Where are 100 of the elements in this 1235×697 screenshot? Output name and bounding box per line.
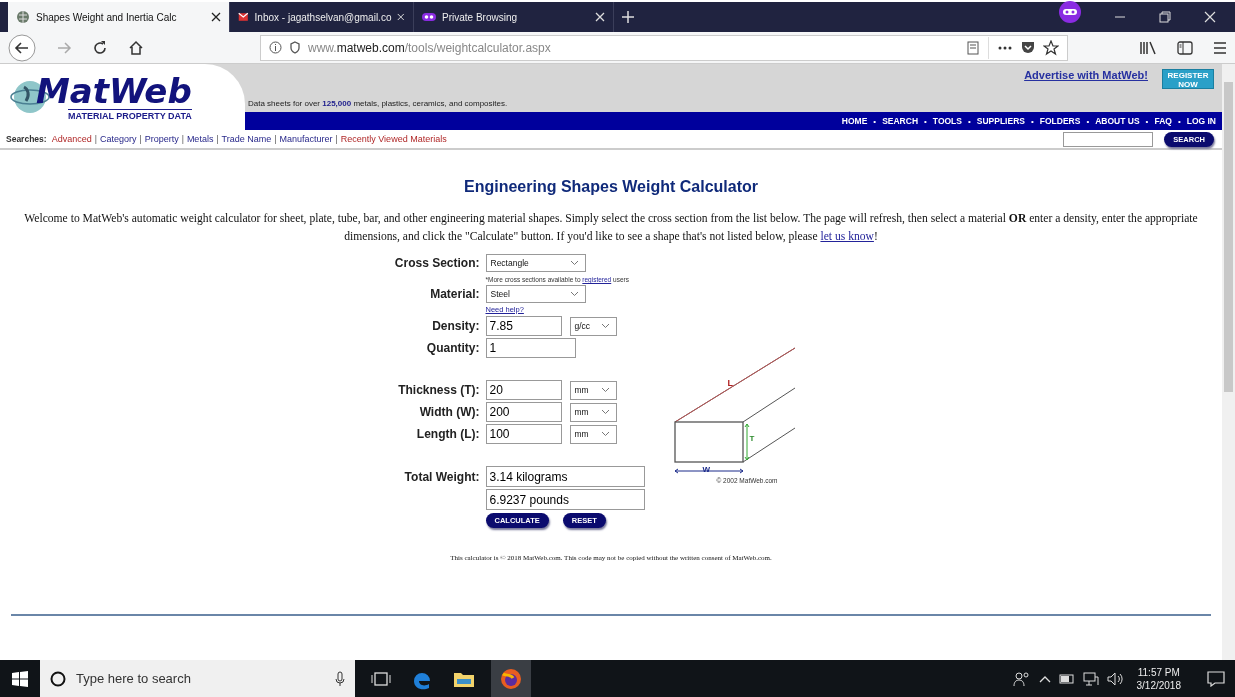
address-bar[interactable]: www.matweb.com/tools/weightcalculator.aspx [260, 34, 1068, 61]
library-icon[interactable] [1139, 40, 1157, 55]
field-label: Width (W): [418, 405, 480, 419]
back-icon[interactable] [8, 33, 36, 62]
chevron-icon [600, 431, 610, 437]
page-title: Engineering Shapes Weight Calculator [464, 178, 758, 196]
chevron-icon [600, 387, 610, 393]
home-icon[interactable] [128, 39, 144, 56]
input-field[interactable]: 100 [485, 424, 562, 444]
field-label: Cross Section: [393, 256, 480, 270]
search-field[interactable] [1063, 131, 1154, 147]
volume-icon[interactable] [1106, 671, 1125, 686]
people-icon[interactable] [1012, 670, 1031, 687]
unit-dropdown[interactable]: g/cc [569, 316, 617, 336]
browser-tab[interactable]: Shapes Weight and Inertia Calc [8, 2, 230, 32]
nav-link[interactable]: FAQ [1154, 116, 1172, 126]
mask-icon [422, 10, 436, 24]
unit-dropdown[interactable]: mm [569, 424, 617, 444]
url-text: www.matweb.com/tools/weightcalculator.aspx [308, 40, 551, 55]
menu-icon[interactable] [1213, 41, 1227, 54]
nav-separator: • [924, 116, 927, 126]
nav-link[interactable]: SUPPLIERS [976, 116, 1025, 126]
field-label: Total Weight: [403, 469, 480, 484]
dropdown[interactable]: Steel [485, 285, 586, 303]
nav-separator: • [873, 116, 877, 126]
search-link[interactable]: Trade Name [221, 134, 272, 144]
star-icon[interactable] [1043, 39, 1059, 56]
logo-wordmark[interactable]: MatWeb [36, 73, 192, 109]
nav-separator: • [1086, 116, 1090, 126]
shield-icon[interactable] [290, 41, 300, 54]
input-field[interactable]: 200 [485, 402, 562, 422]
link-separator: | [335, 134, 338, 144]
nav-link[interactable]: SEARCH [882, 116, 919, 126]
link-separator: | [94, 134, 97, 144]
sidebar-icon[interactable] [1177, 40, 1193, 55]
nav-separator: • [967, 116, 971, 126]
width-label: W [702, 465, 711, 474]
info-icon[interactable] [269, 41, 282, 54]
intro-paragraph: Welcome to MatWeb's automatic weight calculator for sheet, plate, tube, bar, and other engineering material shapes. Simply select the cross section from the list below. The page will refresh, then select a material OR enter a density, enter the appropriate dimensions, and click the "Calculate" button. If you'd like to see a shape that's not listed below, please let us know! [23, 211, 1199, 245]
reload-icon[interactable] [92, 39, 108, 56]
result-field[interactable]: 6.9237 pounds [485, 489, 645, 510]
unit-dropdown[interactable]: mm [569, 380, 617, 400]
contact-link[interactable]: let us know [820, 230, 874, 243]
search-link[interactable]: Metals [186, 134, 214, 144]
nav-separator: • [1145, 116, 1149, 126]
caret-icon[interactable] [1038, 674, 1051, 683]
search-link[interactable]: Manufacturer [279, 134, 333, 144]
search-link[interactable]: Category [99, 134, 137, 144]
input-field[interactable]: 20 [485, 380, 562, 400]
field-label: Material: [429, 287, 480, 301]
microphone-icon[interactable] [335, 670, 345, 687]
thickness-label: T [749, 434, 755, 443]
nav-link[interactable]: HOME [841, 116, 868, 126]
task-view-icon[interactable] [371, 670, 391, 687]
result-field[interactable]: 3.14 kilograms [485, 466, 645, 487]
globe-icon [16, 10, 30, 24]
nav-link[interactable]: FOLDERS [1039, 116, 1081, 126]
tagline: Data sheets for over 125,000 metals, plastics, ceramics, and composites. [248, 99, 508, 108]
logo-subtitle: MATERIAL PROPERTY DATA [68, 109, 192, 121]
firefox-icon[interactable] [500, 667, 522, 690]
nav-link[interactable]: TOOLS [932, 116, 962, 126]
battery-icon[interactable] [1058, 673, 1075, 684]
more-icon[interactable] [997, 44, 1013, 51]
field-label: Thickness (T): [397, 383, 480, 397]
search-placeholder: Type here to search [76, 671, 191, 686]
dropdown[interactable]: Rectangle [485, 254, 586, 272]
close-icon[interactable] [211, 12, 221, 22]
notification-icon[interactable] [1207, 670, 1225, 687]
nav-link[interactable]: LOG IN [1186, 116, 1216, 126]
length-label: L [727, 378, 733, 388]
chevron-icon [600, 323, 610, 329]
chevron-icon [569, 291, 579, 297]
search-link[interactable]: Recently Viewed Materials [340, 134, 447, 144]
pocket-icon[interactable] [1021, 41, 1035, 54]
link-separator: | [274, 134, 277, 144]
unit-dropdown[interactable]: mm [569, 402, 617, 422]
input-field[interactable]: 1 [485, 338, 576, 358]
network-icon[interactable] [1082, 670, 1099, 687]
chevron-icon [600, 409, 610, 415]
nav-link[interactable]: ABOUT US [1095, 116, 1140, 126]
clock-date[interactable]: 3/12/2018 [1136, 678, 1181, 692]
clock-time[interactable]: 11:57 PM [1137, 665, 1180, 679]
search-link[interactable]: Property [144, 134, 179, 144]
chevron-icon [569, 260, 579, 266]
tab-title: Private Browsing [442, 11, 519, 23]
advertise-link[interactable]: Advertise with MatWeb! [1024, 69, 1148, 81]
restore-icon[interactable] [1159, 11, 1171, 23]
input-field[interactable]: 7.85 [485, 316, 562, 336]
envelope-icon [238, 10, 249, 24]
search-link[interactable]: Advanced [51, 134, 92, 144]
windows-icon [12, 670, 28, 687]
field-label: Quantity: [425, 341, 480, 355]
nav-separator: • [1177, 116, 1181, 126]
scrollbar[interactable] [1222, 64, 1235, 660]
tab-title: Inbox - jagathselvan@gmail.co [254, 11, 392, 23]
field-label: Density: [431, 319, 480, 333]
link-separator: | [216, 134, 219, 144]
taskbar-search-field[interactable]: Type here to search [40, 660, 355, 697]
new-tab-icon[interactable] [622, 11, 634, 23]
tab-title: Shapes Weight and Inertia Calc [36, 11, 178, 23]
